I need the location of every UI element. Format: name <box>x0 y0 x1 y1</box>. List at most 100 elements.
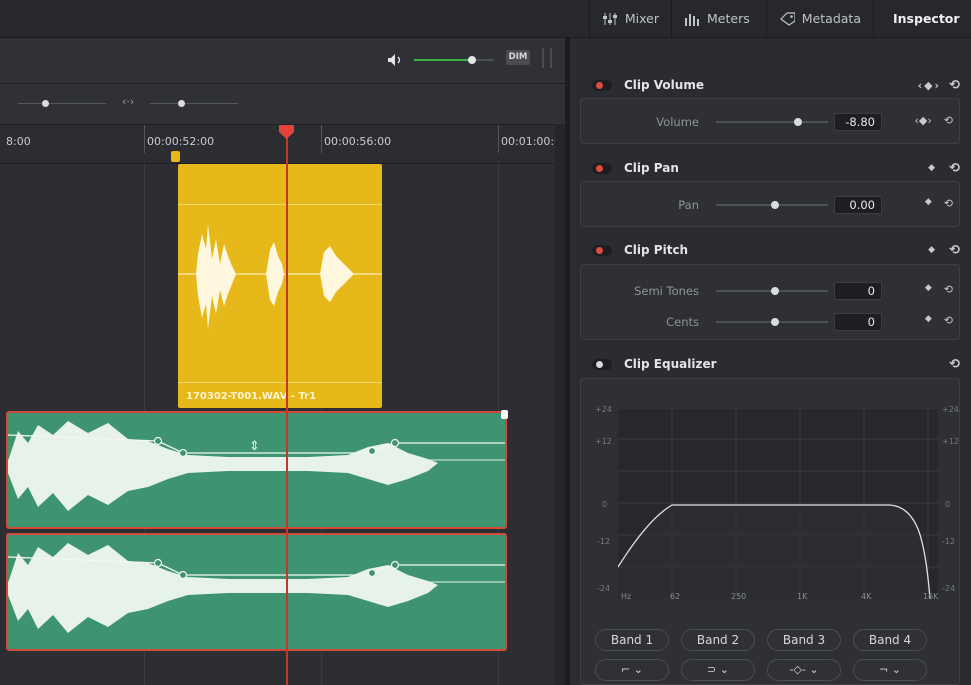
reset-icon[interactable]: ⟲ <box>944 314 953 327</box>
ruler-tick <box>498 125 499 153</box>
volume-slider[interactable] <box>716 118 828 126</box>
playhead-line[interactable] <box>286 125 288 685</box>
ruler-label: 8:00 <box>6 135 31 148</box>
audio-clip-track-upper[interactable] <box>6 410 508 529</box>
band-4-button[interactable]: Band 4 <box>853 629 927 651</box>
resize-cursor-icon: ⇕ <box>249 439 260 454</box>
clip-equalizer-header: Clip Equalizer ⟲ <box>580 351 960 377</box>
reset-icon[interactable]: ⟲ <box>944 114 953 127</box>
cents-value-field[interactable]: 0 <box>834 313 882 331</box>
clip-divider <box>178 382 382 383</box>
keyframe-icon[interactable]: ◆ <box>925 314 932 327</box>
tab-inspector[interactable]: Inspector <box>873 0 971 37</box>
clip-volume-box: Volume -8.80 ‹◆› ⟲ <box>580 98 960 144</box>
semitones-value-field[interactable]: 0 <box>834 282 882 300</box>
cents-keyframe-controls: ◆ ⟲ <box>925 314 953 327</box>
keyframe-icon[interactable]: ◆ <box>925 283 932 296</box>
keyframe-icon[interactable]: ◆ <box>925 197 932 210</box>
reset-icon[interactable]: ⟲ <box>949 161 960 176</box>
tab-meters[interactable]: Meters <box>671 0 766 37</box>
band-1-button[interactable]: Band 1 <box>595 629 669 651</box>
audio-clip-selected[interactable]: 170302-T001.WAV - Tr1 <box>178 164 382 408</box>
pan-value-field[interactable]: 0.00 <box>834 196 882 214</box>
clip-waveform <box>178 224 382 329</box>
reset-icon[interactable]: ⟲ <box>949 78 960 93</box>
tab-inspector-label: Inspector <box>893 11 960 26</box>
inspector-panel: Clip Volume ‹◆› ⟲ Volume -8.80 ‹◆› ⟲ Clip… <box>570 38 971 685</box>
eq-graph[interactable] <box>617 409 938 600</box>
eq-x-label: 250 <box>731 592 747 601</box>
tab-meters-label: Meters <box>707 11 750 26</box>
eq-y-label: -24 <box>597 584 611 593</box>
eq-x-label: 4K <box>861 592 872 601</box>
clip-pan-box: Pan 0.00 ◆ ⟲ <box>580 181 960 227</box>
semitones-label: Semi Tones <box>634 284 699 298</box>
band-2-button[interactable]: Band 2 <box>681 629 755 651</box>
cents-slider[interactable] <box>716 318 828 326</box>
clip-edge-handle[interactable] <box>501 410 508 419</box>
reset-icon[interactable]: ⟲ <box>949 357 960 372</box>
ruler-label: 00:01:00:0 <box>501 135 562 148</box>
eq-y-label-right: -12 <box>942 537 956 546</box>
semitones-slider[interactable] <box>716 287 828 295</box>
band-3-filter-select[interactable]: -◇- ⌄ <box>767 659 841 681</box>
clip-volume-title: Clip Volume <box>624 78 704 92</box>
clip-equalizer-box: +24 +12 0 -12 -24 +24 +12 0 -12 -24 Hz 6… <box>580 378 960 685</box>
low-shelf-icon: ⌐ <box>621 663 631 676</box>
pan-keyframe-controls: ◆ ⟲ <box>925 197 953 210</box>
reset-icon[interactable]: ⟲ <box>949 243 960 258</box>
audio-clip-track-lower[interactable] <box>6 533 507 651</box>
cents-label: Cents <box>666 315 699 329</box>
eq-y-label: +24 <box>595 405 612 414</box>
band-3-button[interactable]: Band 3 <box>767 629 841 651</box>
zoom-slider-horizontal[interactable] <box>18 100 106 107</box>
eq-curve-plot <box>617 409 938 600</box>
clip-marker[interactable] <box>171 151 180 162</box>
clip-waveform <box>8 421 505 511</box>
pan-label: Pan <box>678 198 699 212</box>
high-shelf-icon: ¬ <box>879 663 889 676</box>
eq-y-label-right: -24 <box>942 584 956 593</box>
ruler-tick <box>321 125 322 153</box>
eq-y-label-right: +24 <box>942 405 959 414</box>
volume-value-field[interactable]: -8.80 <box>834 113 882 131</box>
clip-pan-header: Clip Pan ◆ ⟲ <box>580 155 960 181</box>
ruler-tick <box>144 125 145 153</box>
clip-pitch-title: Clip Pitch <box>624 243 689 257</box>
keyframe-icon[interactable]: ◆ <box>928 245 935 255</box>
band-1-filter-select[interactable]: ⌐ ⌄ <box>595 659 669 681</box>
eq-x-label: 62 <box>670 592 681 601</box>
reset-icon[interactable]: ⟲ <box>944 283 953 296</box>
eq-x-label: 1K <box>797 592 808 601</box>
clip-pitch-toggle[interactable] <box>592 244 612 256</box>
tab-metadata[interactable]: Metadata <box>766 0 873 37</box>
notch-filter-icon: -◇- <box>789 663 806 676</box>
eq-y-label: 0 <box>602 500 608 509</box>
cents-row: Cents 0 ◆ ⟲ <box>581 311 961 333</box>
ruler-label: 00:00:52:00 <box>147 135 215 148</box>
keyframe-nav-icon[interactable]: ‹◆› <box>915 114 932 127</box>
band-2-filter-select[interactable]: ⊃ ⌄ <box>681 659 755 681</box>
clip-pan-toggle[interactable] <box>592 162 612 174</box>
tab-metadata-label: Metadata <box>801 11 861 26</box>
clip-waveform <box>8 543 505 633</box>
top-toolbar: Mixer Meters Metadata Inspector <box>0 0 971 38</box>
volume-label: Volume <box>656 115 699 129</box>
reset-icon[interactable]: ⟲ <box>944 197 953 210</box>
keyframe-icon[interactable]: ◆ <box>928 163 935 173</box>
eq-x-label: Hz <box>621 592 632 601</box>
zoom-slider-vertical[interactable] <box>150 100 238 107</box>
monitor-volume-slider[interactable] <box>414 56 494 64</box>
clip-equalizer-toggle[interactable] <box>592 358 612 370</box>
zoom-fit-icon[interactable]: ‹·› <box>122 95 134 108</box>
dim-button[interactable]: DIM <box>506 50 530 65</box>
timeline-scrollbar[interactable] <box>555 124 565 685</box>
speaker-icon[interactable] <box>387 53 405 67</box>
band-4-filter-select[interactable]: ¬ ⌄ <box>853 659 927 681</box>
playhead-handle[interactable] <box>279 125 294 139</box>
tab-mixer[interactable]: Mixer <box>589 0 671 37</box>
meters-icon <box>685 13 699 26</box>
clip-volume-toggle[interactable] <box>592 79 612 91</box>
keyframe-nav-icon[interactable]: ‹◆› <box>918 79 942 92</box>
pan-slider[interactable] <box>716 201 828 209</box>
